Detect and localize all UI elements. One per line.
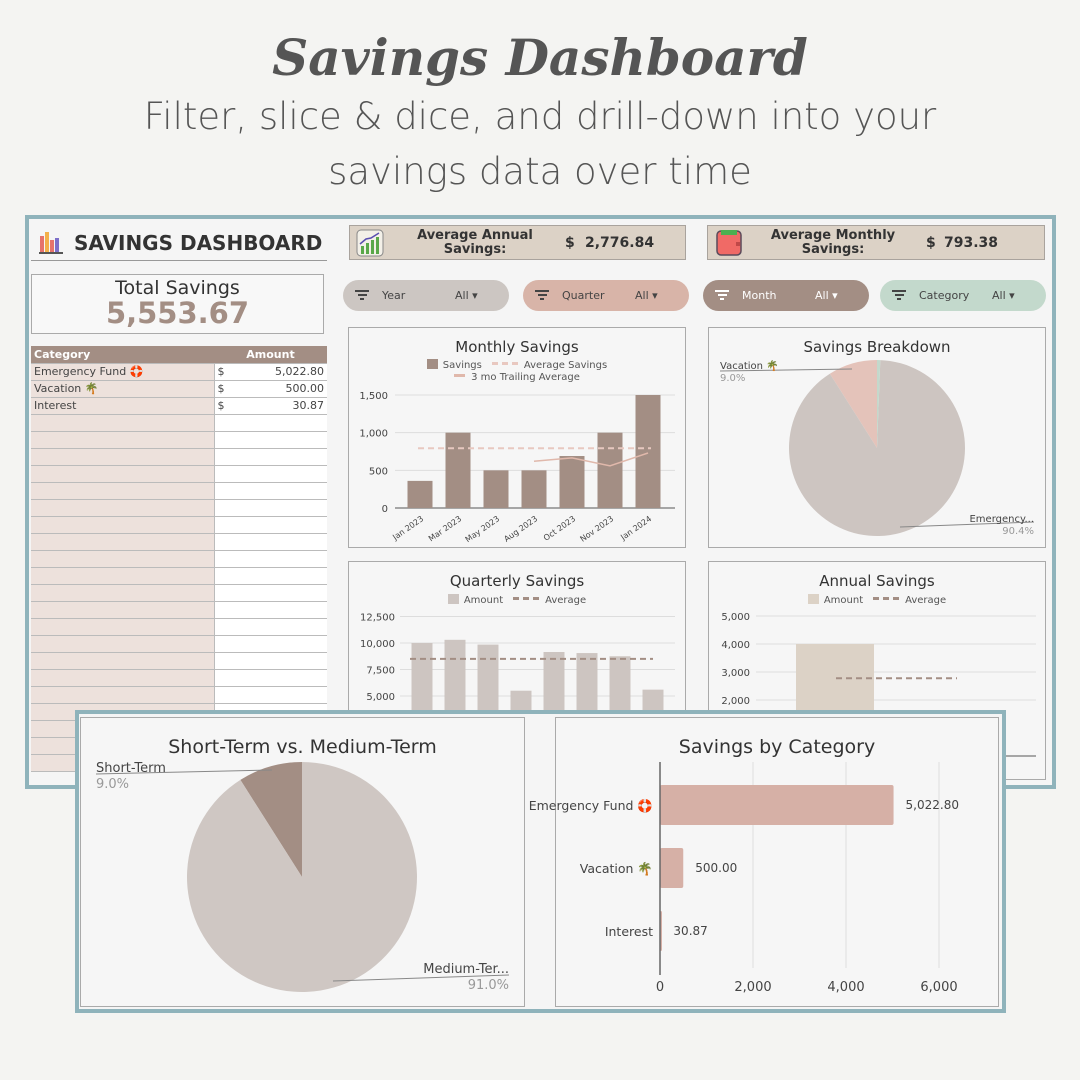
data-label: 30.87 bbox=[673, 924, 707, 938]
slice-percent: 9.0% bbox=[96, 777, 129, 792]
x-tick-label: 2,000 bbox=[734, 980, 771, 995]
bar-category bbox=[660, 785, 894, 825]
x-tick-label: 0 bbox=[656, 980, 664, 995]
data-label: 5,022.80 bbox=[906, 798, 959, 812]
x-tick-label: 6,000 bbox=[920, 980, 957, 995]
pie-slice-medium-ter bbox=[187, 762, 417, 992]
x-tick-label: 4,000 bbox=[827, 980, 864, 995]
bar-category bbox=[660, 848, 684, 888]
slice-label: Short-Term bbox=[96, 761, 166, 776]
slice-percent: 91.0% bbox=[468, 978, 509, 993]
overlay-charts: Short-Term9.0% Medium-Ter...91.0% 0 2,000 4,… bbox=[95, 761, 959, 995]
slice-label: Medium-Ter... bbox=[423, 962, 509, 977]
y-tick-label: Interest bbox=[605, 924, 653, 939]
y-tick-label: Emergency Fund 🛟 bbox=[529, 798, 653, 813]
data-label: 500.00 bbox=[695, 861, 737, 875]
y-tick-label: Vacation 🌴 bbox=[580, 861, 653, 876]
